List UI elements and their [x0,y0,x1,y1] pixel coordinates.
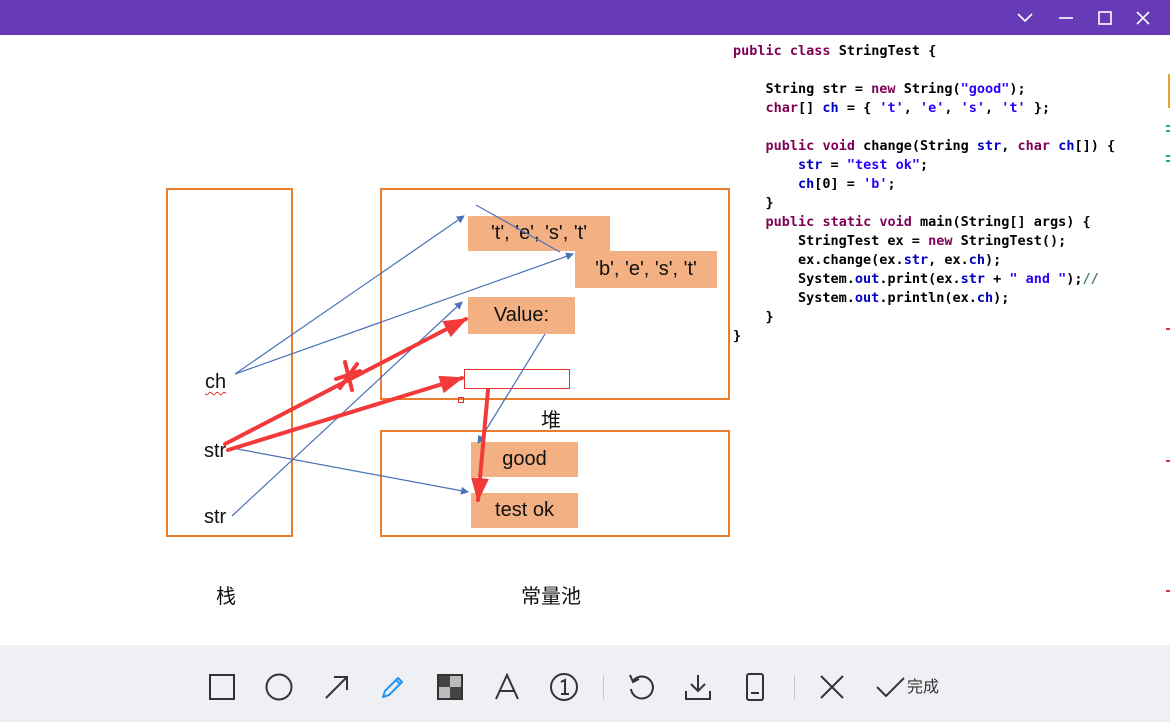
undo-icon[interactable] [621,667,661,707]
number-tool-icon[interactable] [544,667,584,707]
pin-icon[interactable] [735,667,775,707]
code-line: StringTest ex = new StringTest(); [733,233,1067,249]
code-line: public class StringTest { [733,43,937,59]
close-icon[interactable] [1124,0,1162,35]
code-line: } [733,309,774,325]
code-line: System.out.println(ex.ch); [733,290,1010,306]
arrow-array-modified [475,204,561,253]
arrow-ch-to-array [234,215,465,375]
red-arrow-rect-to-test-ok [471,388,490,502]
done-button-label[interactable]: 完成 [907,673,939,697]
minimize-icon[interactable] [1047,0,1085,35]
text-tool-icon[interactable] [487,667,527,707]
right-edge-scroll-marks [1162,70,1170,680]
code-line: } [733,195,774,211]
download-icon[interactable] [678,667,718,707]
chevron-down-icon[interactable] [1006,0,1044,35]
code-line: str = "test ok"; [798,157,929,173]
cancel-icon[interactable] [812,667,852,707]
code-line: char[] ch = { 't', 'e', 's', 't' }; [765,100,1051,116]
code-line: ex.change(ex.str, ex.ch); [733,252,1002,268]
code-line: } [733,328,742,344]
mosaic-tool-icon[interactable] [430,667,470,707]
code-line: System.out.print(ex.str + " and ");// [733,271,1099,287]
annotation-toolbar [0,645,1170,722]
toolbar-separator [603,675,604,699]
window-titlebar [0,0,1170,35]
ellipse-tool-icon[interactable] [259,667,299,707]
code-line: public void change(String str, char ch[]… [765,138,1116,154]
toolbar-separator [794,675,795,699]
pen-tool-icon[interactable] [373,667,413,707]
rectangle-tool-icon[interactable] [202,667,242,707]
code-line: String str = new String("good"); [733,81,1026,97]
red-arrow-str-to-rect [226,375,464,452]
code-listing: public class StringTest { String str = n… [733,42,1115,346]
arrow-str-to-test-ok [231,447,469,495]
maximize-icon[interactable] [1086,0,1124,35]
code-line: ch[0] = 'b'; [798,176,896,192]
arrow-tool-icon[interactable] [317,667,357,707]
done-check-icon[interactable] [870,667,910,707]
code-line: public static void main(String[] args) { [765,214,1091,230]
